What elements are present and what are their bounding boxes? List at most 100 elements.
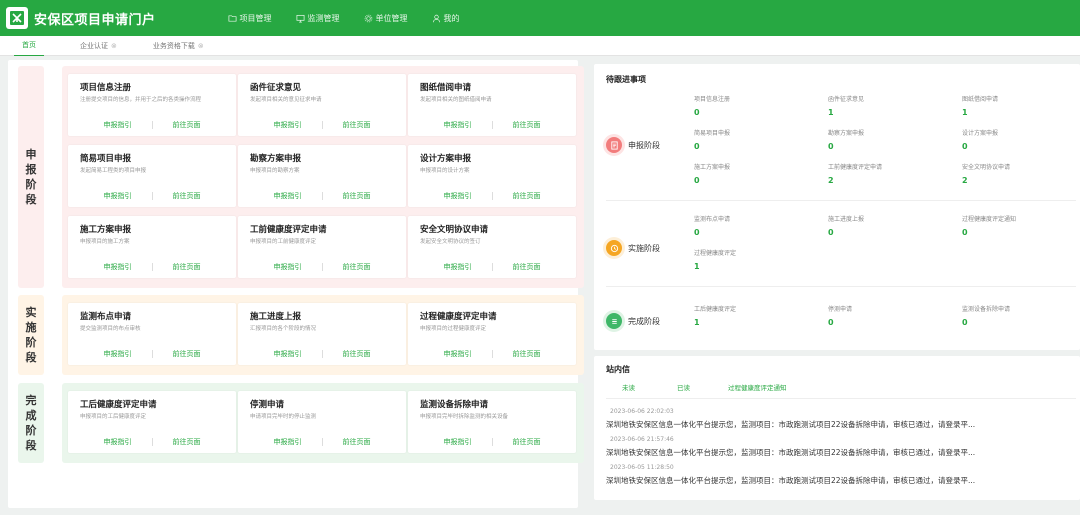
message-item[interactable]: 2023-06-05 11:28:50 深圳地铁安保区信息一体化平台提示您，监测项… xyxy=(606,464,1076,486)
guide-link[interactable]: 申报指引 xyxy=(444,120,472,130)
document-icon xyxy=(610,140,618,150)
pending-stat[interactable]: 施工方案申报 0 xyxy=(694,162,824,185)
service-card[interactable]: 过程健康度评定申请 申报项目的过程健康度评定 申报指引 前往页面 xyxy=(408,303,576,365)
go-to-page-link[interactable]: 前往页面 xyxy=(343,262,371,272)
go-to-page-link[interactable]: 前往页面 xyxy=(173,349,201,359)
message-item[interactable]: 2023-06-06 21:57:46 深圳地铁安保区信息一体化平台提示您，监测项… xyxy=(606,436,1076,458)
go-to-page-link[interactable]: 前往页面 xyxy=(343,191,371,201)
go-to-page-link[interactable]: 前往页面 xyxy=(343,437,371,447)
pending-stat[interactable]: 安全文明协议申请 2 xyxy=(962,162,1080,185)
service-card[interactable]: 施工方案申报 申报项目的施工方案 申报指引 前往页面 xyxy=(68,216,236,278)
stat-label: 监测布点申请 xyxy=(694,216,731,223)
guide-link[interactable]: 申报指引 xyxy=(444,349,472,359)
guide-link[interactable]: 申报指引 xyxy=(274,120,302,130)
tab-enterprise-cert[interactable]: 企业认证 ⊗ xyxy=(80,36,117,56)
message-text: 深圳地铁安保区信息一体化平台提示您，监测项目：市政跑测试项目22设备拆除申请，审… xyxy=(606,448,976,457)
stat-label: 函件征求意见 xyxy=(828,96,865,103)
guide-link[interactable]: 申报指引 xyxy=(444,262,472,272)
message-item[interactable]: 2023-06-06 22:02:03 深圳地铁安保区信息一体化平台提示您，监测项… xyxy=(606,408,1076,430)
pending-stat[interactable]: 工前健康度评定申请 2 xyxy=(828,162,958,185)
card-title: 图纸借阅申请 xyxy=(420,83,472,93)
divider xyxy=(321,192,323,200)
service-card[interactable]: 安全文明协议申请 发起安全文明协议的签订 申报指引 前往页面 xyxy=(408,216,576,278)
tab-home[interactable]: 首页 xyxy=(14,36,44,56)
nav-unit-management[interactable]: 单位管理 xyxy=(364,13,408,24)
go-to-page-link[interactable]: 前往页面 xyxy=(513,120,541,130)
guide-link[interactable]: 申报指引 xyxy=(274,437,302,447)
service-card[interactable]: 监测布点申请 提交监测项目的布点审核 申报指引 前往页面 xyxy=(68,303,236,365)
go-to-page-link[interactable]: 前往页面 xyxy=(343,349,371,359)
stat-value: 0 xyxy=(962,228,968,237)
guide-link[interactable]: 申报指引 xyxy=(104,120,132,130)
pending-stat[interactable]: 函件征求意见 1 xyxy=(828,94,958,117)
app-logo[interactable] xyxy=(6,7,28,29)
pending-stat[interactable]: 勘察方案申报 0 xyxy=(828,128,958,151)
service-card[interactable]: 函件征求意见 发起项目相关的意见征求申请 申报指引 前往页面 xyxy=(238,74,406,136)
tab-unread[interactable]: 未读 xyxy=(618,382,639,399)
card-actions: 申报指引 前往页面 xyxy=(238,349,406,359)
card-desc: 发起项目相关的图纸借阅申请 xyxy=(420,97,492,103)
service-card[interactable]: 勘察方案申报 申报项目的勘察方案 申报指引 前往页面 xyxy=(238,145,406,207)
divider xyxy=(491,438,493,446)
guide-link[interactable]: 申报指引 xyxy=(274,349,302,359)
pending-stat[interactable]: 图纸借阅申请 1 xyxy=(962,94,1080,117)
guide-link[interactable]: 申报指引 xyxy=(104,437,132,447)
service-card[interactable]: 设计方案申报 申报项目的设计方案 申报指引 前往页面 xyxy=(408,145,576,207)
pending-stat[interactable]: 停测申请 0 xyxy=(828,304,958,327)
service-card[interactable]: 施工进度上报 汇报项目的各个阶段的情况 申报指引 前往页面 xyxy=(238,303,406,365)
stat-label: 工前健康度评定申请 xyxy=(828,164,883,171)
card-title: 项目信息注册 xyxy=(80,83,132,93)
message-text: 深圳地铁安保区信息一体化平台提示您，监测项目：市政跑测试项目22设备拆除申请，审… xyxy=(606,420,976,429)
guide-link[interactable]: 申报指引 xyxy=(104,349,132,359)
service-card[interactable]: 工后健康度评定申请 申报项目的工后健康度评定 申报指引 前往页面 xyxy=(68,391,236,453)
guide-link[interactable]: 申报指引 xyxy=(444,191,472,201)
stat-value: 2 xyxy=(828,176,834,185)
nav-monitor-management[interactable]: 监测管理 xyxy=(296,13,340,24)
go-to-page-link[interactable]: 前往页面 xyxy=(343,120,371,130)
stat-value: 0 xyxy=(828,228,834,237)
service-card[interactable]: 图纸借阅申请发起项目相关的图纸借阅申请申报指引 前往页面 xyxy=(408,74,576,136)
stage-label-char: 施 xyxy=(25,321,37,334)
go-to-page-link[interactable]: 前往页面 xyxy=(173,262,201,272)
pending-stat[interactable]: 工后健康度评定 1 xyxy=(694,304,824,327)
service-card[interactable]: 停测申请 申请项目完毕时的停止监测 申报指引 前往页面 xyxy=(238,391,406,453)
guide-link[interactable]: 申报指引 xyxy=(104,191,132,201)
service-card[interactable]: 项目信息注册 注册提交项目的信息，并用于之后的各类操作流程 申报指引 前往页面 xyxy=(68,74,236,136)
guide-link[interactable]: 申报指引 xyxy=(444,437,472,447)
go-to-page-link[interactable]: 前往页面 xyxy=(173,437,201,447)
guide-link[interactable]: 申报指引 xyxy=(274,262,302,272)
nav-project-management[interactable]: 项目管理 xyxy=(228,13,272,24)
go-to-page-link[interactable]: 前往页面 xyxy=(513,191,541,201)
pending-stat[interactable]: 设计方案申报 0 xyxy=(962,128,1080,151)
card-title: 简易项目申报 xyxy=(80,154,132,164)
pending-stat[interactable]: 监测设备拆除申请 0 xyxy=(962,304,1080,327)
card-actions: 申报指引 前往页面 xyxy=(238,191,406,201)
tab-business-download[interactable]: 业务资格下载 ⊗ xyxy=(153,36,204,56)
close-icon[interactable]: ⊗ xyxy=(198,42,204,50)
go-to-page-link[interactable]: 前往页面 xyxy=(173,191,201,201)
tab-process-health-notice[interactable]: 过程健康度评定通知 xyxy=(728,382,787,399)
stat-label: 安全文明协议申请 xyxy=(962,164,1011,171)
message-time: 2023-06-05 11:28:50 xyxy=(610,464,674,471)
card-title: 工前健康度评定申请 xyxy=(250,225,327,235)
go-to-page-link[interactable]: 前往页面 xyxy=(513,262,541,272)
pending-stat[interactable]: 监测布点申请 0 xyxy=(694,214,824,237)
tab-read[interactable]: 已读 xyxy=(677,382,690,399)
go-to-page-link[interactable]: 前往页面 xyxy=(173,120,201,130)
pending-stat[interactable]: 过程健康度评定 1 xyxy=(694,248,824,271)
service-card[interactable]: 工前健康度评定申请 申报项目的工前健康度评定 申报指引 前往页面 xyxy=(238,216,406,278)
guide-link[interactable]: 申报指引 xyxy=(274,191,302,201)
go-to-page-link[interactable]: 前往页面 xyxy=(513,349,541,359)
pending-stat[interactable]: 简易项目申报 0 xyxy=(694,128,824,151)
service-card[interactable]: 简易项目申报 发起简易工程类的项目申报 申报指引 前往页面 xyxy=(68,145,236,207)
divider xyxy=(151,350,153,358)
nav-mine[interactable]: 我的 xyxy=(432,13,460,24)
pending-stat[interactable]: 项目信息注册 0 xyxy=(694,94,824,117)
service-card[interactable]: 监测设备拆除申请 申报项目完毕时拆除监测的相关设备 申报指引 前往页面 xyxy=(408,391,576,453)
stat-label: 图纸借阅申请 xyxy=(962,96,999,103)
guide-link[interactable]: 申报指引 xyxy=(104,262,132,272)
pending-stat[interactable]: 施工进度上报 0 xyxy=(828,214,958,237)
close-icon[interactable]: ⊗ xyxy=(111,42,117,50)
go-to-page-link[interactable]: 前往页面 xyxy=(513,437,541,447)
pending-stat[interactable]: 过程健康度评定通知 0 xyxy=(962,214,1080,237)
